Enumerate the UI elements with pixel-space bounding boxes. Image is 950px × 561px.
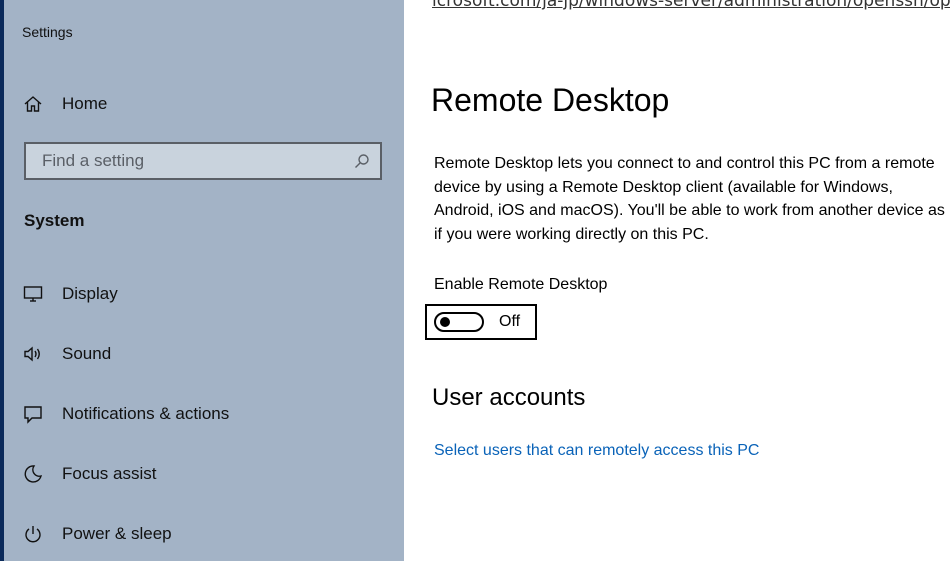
sidebar-item-label: Power & sleep	[62, 524, 172, 543]
select-users-link[interactable]: Select users that can remotely access th…	[434, 442, 759, 460]
page-title: Remote Desktop	[431, 82, 670, 118]
sidebar-item-label: Notifications & actions	[62, 404, 230, 423]
settings-sidebar: Settings Home System Display Sound Notif…	[4, 0, 404, 561]
remote-desktop-toggle-label: Enable Remote Desktop	[434, 276, 608, 293]
remote-desktop-toggle[interactable]: Off	[425, 304, 537, 340]
sidebar-item-power-sleep[interactable]: Power & sleep	[4, 514, 404, 554]
user-accounts-heading: User accounts	[432, 384, 586, 411]
sidebar-item-home[interactable]: Home	[4, 84, 404, 124]
focus-assist-icon	[22, 463, 44, 485]
background-url-text: icrosoft.com/ja-jp/windows-server/admini…	[432, 0, 950, 11]
home-icon	[22, 93, 44, 115]
sidebar-item-label: Sound	[62, 344, 112, 363]
search-box[interactable]	[24, 142, 382, 180]
sidebar-item-label: Display	[62, 284, 118, 303]
app-title: Settings	[22, 24, 73, 40]
sidebar-item-focus-assist[interactable]: Focus assist	[4, 454, 404, 494]
section-heading: System	[24, 211, 85, 230]
toggle-switch[interactable]	[434, 312, 484, 332]
sidebar-item-sound[interactable]: Sound	[4, 334, 404, 374]
power-icon	[22, 523, 44, 545]
sidebar-item-notifications[interactable]: Notifications & actions	[4, 394, 404, 434]
sidebar-item-display[interactable]: Display	[4, 274, 404, 314]
sidebar-item-label: Focus assist	[62, 464, 157, 483]
sound-icon	[22, 343, 44, 365]
sidebar-item-label: Home	[62, 94, 108, 113]
search-input[interactable]	[40, 150, 344, 172]
description-line: device by using a Remote Desktop client …	[434, 178, 893, 196]
search-icon[interactable]	[354, 153, 370, 169]
description-line: Remote Desktop lets you connect to and c…	[434, 155, 935, 172]
toggle-knob	[440, 317, 450, 327]
description: Remote Desktop lets you connect to and c…	[434, 152, 950, 246]
display-icon	[22, 283, 44, 305]
notifications-icon	[22, 403, 44, 425]
description-line: if you were working directly on this PC.	[434, 225, 709, 243]
description-line: Android, iOS and macOS). You'll be able …	[434, 202, 945, 219]
toggle-state-text: Off	[499, 313, 521, 330]
settings-content: Remote Desktop Remote Desktop lets you c…	[404, 12, 950, 561]
